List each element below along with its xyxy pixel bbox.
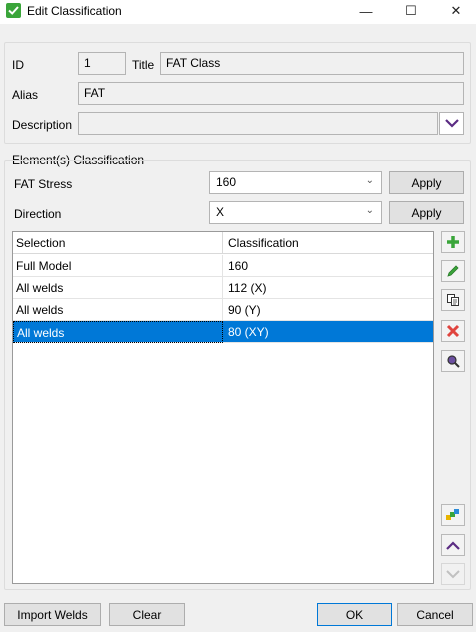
colors-button[interactable] (441, 504, 465, 526)
table-row-selected[interactable]: All welds 80 (XY) (13, 321, 433, 343)
row-selection: Full Model (13, 255, 223, 277)
row-selection: All welds (13, 321, 223, 343)
header-selection[interactable]: Selection (13, 232, 223, 254)
find-button[interactable] (441, 350, 465, 372)
copy-row-button[interactable] (441, 289, 465, 311)
fat-stress-label: FAT Stress (14, 177, 73, 191)
edit-row-button[interactable] (441, 260, 465, 282)
direction-select[interactable]: X ⌄ (209, 201, 382, 224)
window-title: Edit Classification (27, 4, 122, 18)
ok-button[interactable]: OK (317, 603, 392, 626)
edit-icon (447, 265, 459, 277)
alias-field[interactable]: FAT (78, 82, 464, 105)
description-label: Description (12, 118, 73, 132)
table-row[interactable]: All welds 112 (X) (13, 277, 433, 299)
chevron-down-icon: ⌄ (365, 205, 374, 216)
move-down-button[interactable] (441, 563, 465, 585)
chevron-down-icon: ⌄ (365, 175, 374, 186)
chevron-up-icon (446, 540, 460, 550)
minimize-button[interactable]: — (346, 0, 386, 22)
clear-button[interactable]: Clear (109, 603, 185, 626)
description-field[interactable] (78, 112, 438, 135)
close-button[interactable]: ✕ (436, 0, 476, 22)
description-dropdown-button[interactable] (439, 112, 464, 135)
add-icon (447, 236, 459, 248)
copy-icon (447, 294, 459, 306)
chevron-down-icon (446, 569, 460, 578)
colors-icon (446, 509, 459, 520)
direction-value: X (216, 205, 225, 219)
row-classification: 112 (X) (228, 281, 267, 295)
table-header: Selection Classification (13, 232, 433, 254)
app-check-icon (6, 3, 21, 18)
find-icon (447, 355, 460, 368)
add-row-button[interactable] (441, 231, 465, 253)
id-label: ID (12, 58, 24, 72)
fat-stress-select[interactable]: 160 ⌄ (209, 171, 382, 194)
row-selection: All welds (13, 277, 223, 299)
delete-icon (446, 324, 460, 338)
table-row[interactable]: Full Model 160 (13, 255, 433, 277)
classification-table[interactable]: Selection Classification Full Model 160 … (12, 231, 434, 584)
table-row[interactable]: All welds 90 (Y) (13, 299, 433, 321)
fat-stress-value: 160 (216, 175, 237, 189)
apply-fat-stress-button[interactable]: Apply (389, 171, 464, 194)
id-field[interactable]: 1 (78, 52, 126, 75)
title-bar: Edit Classification — ☐ ✕ (0, 0, 476, 24)
header-classification[interactable]: Classification (225, 232, 433, 254)
title-field[interactable]: FAT Class (160, 52, 464, 75)
cancel-button[interactable]: Cancel (397, 603, 473, 626)
title-label: Title (132, 58, 155, 72)
row-selection: All welds (13, 299, 223, 321)
chevron-down-icon (444, 119, 459, 128)
row-classification: 160 (228, 259, 249, 273)
direction-label: Direction (14, 207, 62, 221)
move-up-button[interactable] (441, 534, 465, 556)
apply-direction-button[interactable]: Apply (389, 201, 464, 224)
row-classification: 90 (Y) (228, 303, 261, 317)
row-classification: 80 (XY) (228, 325, 269, 339)
delete-row-button[interactable] (441, 320, 465, 342)
alias-label: Alias (12, 88, 39, 102)
maximize-button[interactable]: ☐ (391, 0, 431, 22)
import-welds-button[interactable]: Import Welds (4, 603, 101, 626)
